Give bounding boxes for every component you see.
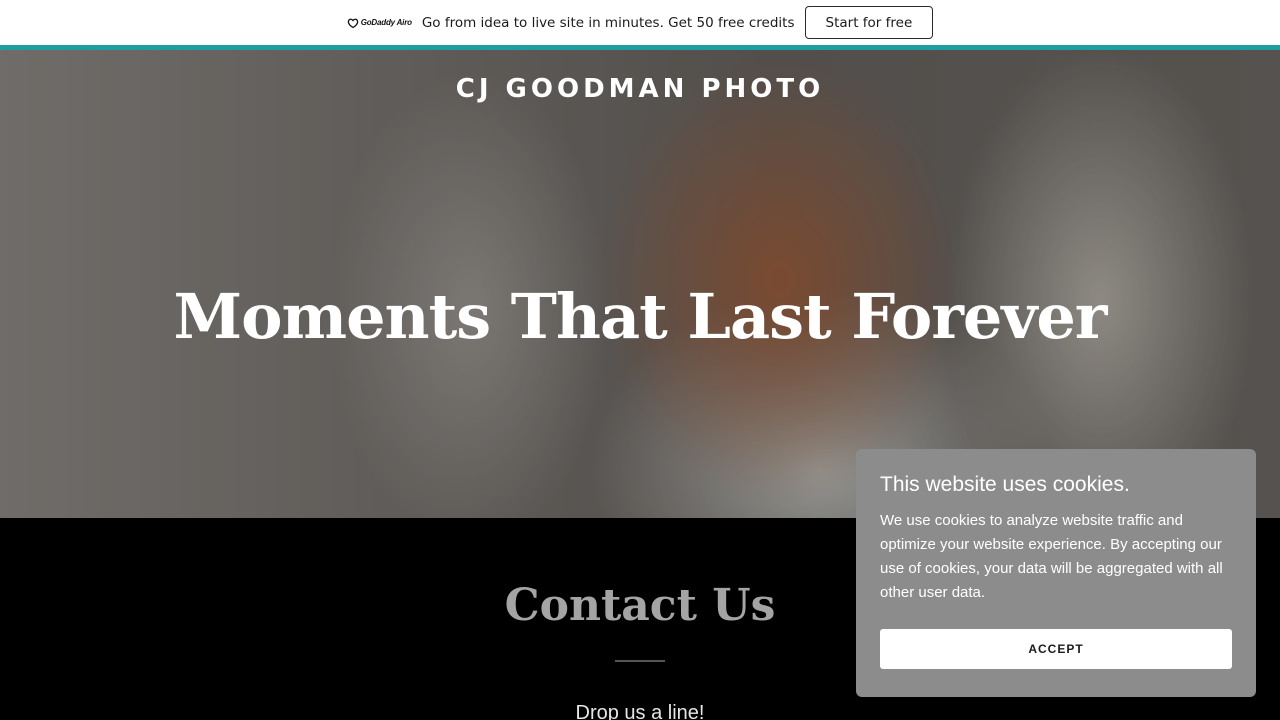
godaddy-airo-logo: GoDaddy Airo bbox=[347, 15, 412, 31]
site-title[interactable]: CJ GOODMAN PHOTO bbox=[0, 74, 1280, 104]
logo-wordmark: GoDaddy Airo bbox=[360, 18, 412, 27]
cookie-title: This website uses cookies. bbox=[880, 473, 1130, 496]
section-divider bbox=[615, 660, 665, 662]
hero-section: CJ GOODMAN PHOTO Moments That Last Forev… bbox=[0, 50, 1280, 518]
contact-subheading: Drop us a line! bbox=[575, 702, 705, 720]
cookie-banner: This website uses cookies. We use cookie… bbox=[856, 449, 1256, 697]
cookie-message: We use cookies to analyze website traffi… bbox=[880, 512, 1223, 601]
hero-heading: Moments That Last Forever bbox=[173, 280, 1108, 353]
promo-message: Go from idea to live site in minutes. Ge… bbox=[421, 14, 795, 31]
promo-banner: GoDaddy Airo Go from idea to live site i… bbox=[0, 0, 1280, 45]
start-for-free-button[interactable]: Start for free bbox=[804, 6, 934, 39]
godaddy-heart-icon bbox=[347, 18, 358, 28]
accept-cookies-button[interactable]: ACCEPT bbox=[880, 629, 1232, 669]
